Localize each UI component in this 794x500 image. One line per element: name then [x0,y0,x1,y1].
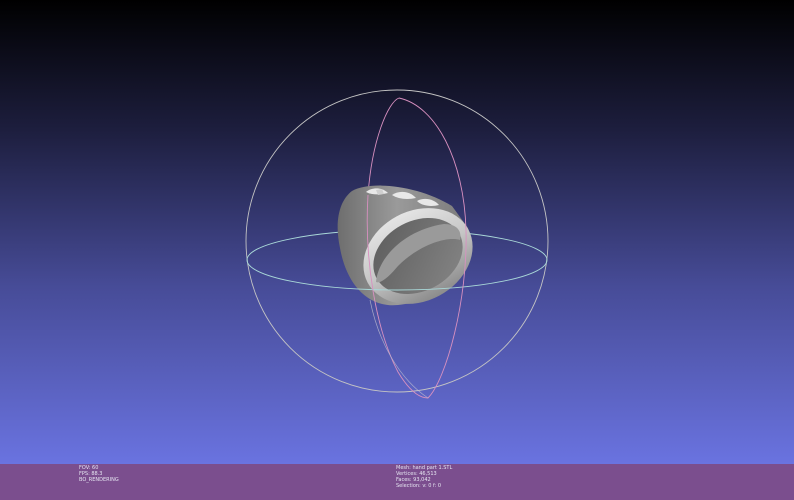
mesh-info: Mesh: hand part 1.STL Vertices: 46,513 F… [396,465,452,489]
render-mode-readout: BO_RENDERING [79,477,119,483]
trackball-lower-arc [369,299,429,399]
selection-readout: Selection: v: 0 f: 0 [396,483,442,489]
trackball-vertical-ring-back [367,97,400,196]
mesh-model[interactable] [337,185,490,323]
scene-canvas[interactable] [0,0,794,464]
status-bar: FOV: 60 FPS: 88.3 BO_RENDERING Mesh: han… [0,464,794,500]
render-info: FOV: 60 FPS: 88.3 BO_RENDERING [79,465,119,483]
3d-viewport[interactable] [0,0,794,464]
